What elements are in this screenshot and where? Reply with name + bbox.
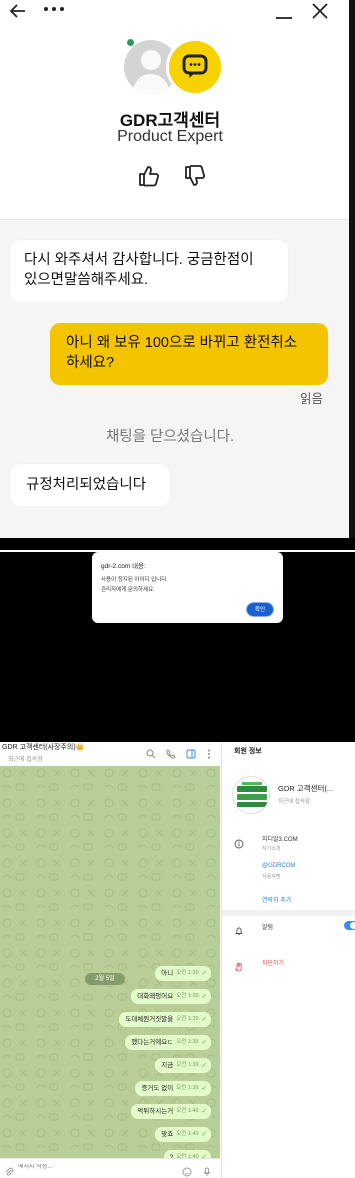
message-line: 다시 와주셔서 감사합니다. 궁금한점이 [24, 252, 254, 268]
agent-message: 다시 와주셔서 감사합니다. 궁금한점이 있으면말씀해주세요. [10, 240, 288, 302]
agent-message: 규정처리되었습니다 [10, 464, 170, 506]
chat-closed-note: 채팅을 닫으셨습니다. [105, 429, 235, 445]
message-text: 맞죠 [161, 1131, 174, 1138]
back-arrow-icon[interactable] [8, 0, 28, 22]
profile-bio-label: 자기소개 [262, 846, 281, 852]
phone-icon[interactable] [166, 746, 176, 759]
close-icon[interactable] [308, 0, 332, 22]
message-input-bar [0, 1158, 220, 1178]
bell-icon [234, 923, 244, 935]
profile-username-label: 사용자명 [262, 874, 281, 880]
notifications-toggle[interactable] [344, 921, 355, 930]
read-check-icon: ✓ [201, 970, 207, 977]
more-dots-icon[interactable] [40, 0, 68, 20]
message-time: 오전 1:39 [176, 1062, 199, 1068]
message-time: 오전 1:40 [176, 1154, 199, 1158]
telegram-message: ? 오전 1:40 ✓ [163, 1150, 211, 1158]
message-time: 오전 1:39 [176, 1085, 199, 1091]
alert-title: gdr-2.com 내용: [101, 563, 146, 570]
telegram-message: 했다는거에요ㄷ 오전 1:39 ✓ [125, 1035, 211, 1050]
message-line: 아니 왜 보유 100으로 바뀌고 환전취소 [66, 335, 298, 351]
message-text: 증거도 없이 [141, 1085, 174, 1092]
attach-icon[interactable] [4, 1164, 14, 1176]
thumbs-up-icon[interactable] [138, 164, 160, 188]
message-text: 했다는거에요ㄷ [131, 1039, 174, 1046]
chat-title: GDR 고객센터(사장주의)👑 [2, 744, 85, 751]
search-icon[interactable] [146, 746, 156, 759]
message-line: 하세요? [66, 355, 115, 371]
thumbs-down-icon[interactable] [184, 164, 206, 188]
divider [222, 910, 355, 916]
telegram-message: 먹튀하시는거 오전 1:40 ✓ [131, 1104, 211, 1119]
profile-username[interactable]: @GDRCOM [262, 863, 295, 869]
block-hand-icon [234, 959, 244, 972]
kakao-chat-badge-icon [166, 38, 224, 96]
read-check-icon: ✓ [201, 1154, 207, 1158]
message-time: 오전 1:39 [176, 970, 199, 976]
read-check-icon: ✓ [201, 1062, 207, 1069]
telegram-panel: GDR 고객센터(사장주의)👑 최근에 접속함 2월 5일 아니 오전 1:39… [0, 742, 355, 1178]
profile-last-seen: 최근에 접속함 [278, 799, 310, 805]
alert-dialog: gdr-2.com 내용: 사용이 정지된 아이디 입니다. 관리자에게 문의하… [92, 552, 283, 623]
read-receipt: 읽음 [300, 392, 324, 406]
message-time: 오전 1:39 [176, 993, 199, 999]
read-check-icon: ✓ [201, 1108, 207, 1115]
alert-ok-button[interactable]: 확인 [246, 602, 274, 617]
message-time: 오전 1:40 [176, 1131, 199, 1137]
read-check-icon: ✓ [201, 993, 207, 1000]
alert-message: 관리자에게 문의하세요. [101, 587, 155, 593]
online-status-dot [126, 38, 135, 47]
member-info-sidebar: 회원 정보 GDR 고객센터(... 최근에 접속함 지디알3.COM 자기소개… [221, 742, 355, 1178]
telegram-message: 도대체뭔거짓말을 오전 1:39 ✓ [119, 1012, 211, 1027]
message-text: 도대체뭔거짓말을 [125, 1016, 174, 1023]
message-input[interactable] [18, 1164, 168, 1170]
window-edge [349, 0, 355, 538]
chat-background-pattern [0, 766, 220, 1158]
telegram-message: 대화왜펑어요 오전 1:39 ✓ [131, 989, 211, 1004]
browser-alert-panel: gdr-2.com 내용: 사용이 정지된 아이디 입니다. 관리자에게 문의하… [0, 550, 355, 742]
read-check-icon: ✓ [201, 1085, 207, 1092]
message-time: 오전 1:39 [176, 1016, 199, 1022]
more-vertical-icon[interactable] [204, 746, 214, 759]
profile-name: GDR 고객센터(... [278, 784, 334, 793]
emoji-icon[interactable] [182, 1164, 192, 1177]
add-contact-link[interactable]: 연락처 추가 [262, 895, 291, 904]
message-time: 오전 1:39 [176, 1039, 199, 1045]
profile-bio: 지디알3.COM [262, 837, 298, 843]
info-icon [234, 836, 244, 849]
kakao-chat-panel: GDR고객센터 Product Expert 다시 와주셔서 감사합니다. 궁금… [0, 0, 355, 538]
block-user-button[interactable]: 차단하기 [262, 958, 284, 967]
alert-message: 사용이 정지된 아이디 입니다. [101, 577, 168, 583]
telegram-chat-header: GDR 고객센터(사장주의)👑 최근에 접속함 [0, 742, 220, 766]
telegram-message: 지금 오전 1:39 ✓ [155, 1058, 211, 1073]
telegram-message: 맞죠 오전 1:40 ✓ [155, 1127, 211, 1142]
message-text: 아니 [161, 970, 174, 977]
message-area[interactable]: 2월 5일 아니 오전 1:39 ✓ 대화왜펑어요 오전 1:39 ✓ 도대체뭔거짓말을 오전… [0, 766, 220, 1158]
message-text: 지금 [161, 1062, 174, 1069]
profile-logo [232, 776, 270, 814]
message-text: ? [169, 1154, 174, 1158]
user-message: 아니 왜 보유 100으로 바뀌고 환전취소 하세요? [50, 323, 328, 385]
chat-subtitle: 최근에 접속함 [8, 757, 43, 763]
message-time: 오전 1:40 [176, 1108, 199, 1114]
read-check-icon: ✓ [201, 1016, 207, 1023]
message-text: 먹튀하시는거 [137, 1108, 174, 1115]
telegram-message: 증거도 없이 오전 1:39 ✓ [135, 1081, 211, 1096]
message-line: 있으면말씀해주세요. [24, 272, 149, 288]
sidebar-title: 회원 정보 [234, 748, 262, 755]
read-check-icon: ✓ [201, 1039, 207, 1046]
notifications-label: 알림 [262, 925, 274, 931]
agent-role: Product Expert [117, 128, 223, 145]
agent-avatar-group [122, 36, 232, 100]
date-separator: 2월 5일 [85, 973, 125, 985]
minimize-icon[interactable] [272, 0, 296, 22]
telegram-message: 아니 오전 1:39 ✓ [155, 966, 211, 981]
microphone-icon[interactable] [202, 1164, 212, 1176]
read-check-icon: ✓ [201, 1131, 207, 1138]
sidebar-toggle-icon[interactable] [186, 746, 196, 759]
chat-header: GDR고객센터 Product Expert [0, 0, 355, 220]
message-text: 대화왜펑어요 [137, 993, 174, 1000]
